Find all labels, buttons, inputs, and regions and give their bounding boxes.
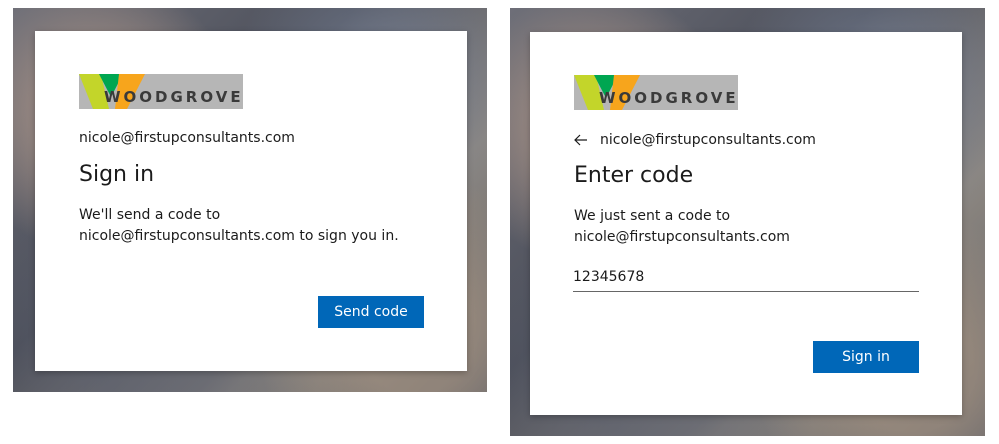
logo-text: WOODGROVE	[599, 89, 738, 107]
account-email: nicole@firstupconsultants.com	[79, 130, 295, 146]
back-arrow-icon[interactable]	[574, 130, 594, 150]
code-input[interactable]	[573, 263, 919, 292]
page-title: Sign in	[79, 162, 155, 187]
description-text: We just sent a code to nicole@firstupcon…	[574, 208, 790, 245]
description-text: We'll send a code to nicole@firstupconsu…	[79, 207, 399, 244]
account-email: nicole@firstupconsultants.com	[600, 132, 816, 148]
logo-text: WOODGROVE	[104, 88, 243, 106]
send-code-button[interactable]: Send code	[318, 296, 424, 328]
account-email-row: nicole@firstupconsultants.com	[574, 130, 816, 150]
sign-in-card: WOODGROVE nicole@firstupconsultants.com …	[35, 31, 467, 371]
enter-code-card: WOODGROVE nicole@firstupconsultants.com …	[530, 32, 962, 415]
sign-in-button[interactable]: Sign in	[813, 341, 919, 373]
woodgrove-logo: WOODGROVE	[574, 75, 738, 110]
woodgrove-logo: WOODGROVE	[79, 74, 243, 109]
page-title: Enter code	[574, 163, 694, 188]
